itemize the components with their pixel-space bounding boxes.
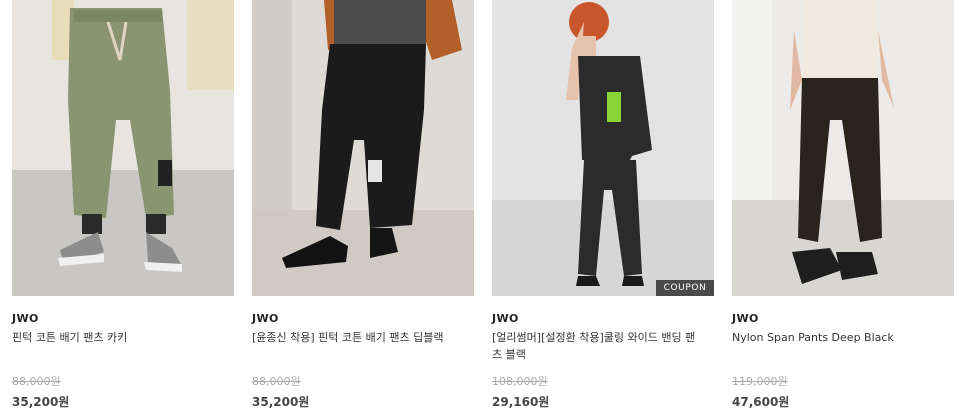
product-name[interactable]: Nylon Span Pants Deep Black xyxy=(732,329,944,346)
sale-price: 29,160원 xyxy=(492,395,550,409)
product-name[interactable]: 핀턱 코튼 배기 팬츠 카키 xyxy=(12,329,224,346)
product-image[interactable]: COUPON xyxy=(492,0,714,296)
sale-price: 47,600원 xyxy=(732,395,790,409)
product-card[interactable]: JWO [윤종신 착용] 핀턱 코튼 배기 팬츠 딥블랙 88,000원 35,… xyxy=(252,0,474,419)
brand-name[interactable]: JWO xyxy=(12,312,39,325)
original-price: 119,000원 xyxy=(732,375,788,388)
product-name[interactable]: [윤종신 착용] 핀턱 코튼 배기 팬츠 딥블랙 xyxy=(252,329,464,346)
brand-name[interactable]: JWO xyxy=(732,312,759,325)
product-name[interactable]: [얼리썸머][설정환 착용]쿨링 와이드 밴딩 팬츠 블랙 xyxy=(492,329,704,363)
product-image[interactable] xyxy=(732,0,954,296)
product-card[interactable]: JWO 핀턱 코튼 배기 팬츠 카키 88,000원 35,200원 xyxy=(12,0,234,419)
product-image[interactable] xyxy=(12,0,234,296)
brand-name[interactable]: JWO xyxy=(252,312,279,325)
original-price: 88,000원 xyxy=(12,375,61,388)
product-card[interactable]: COUPON JWO [얼리썸머][설정환 착용]쿨링 와이드 밴딩 팬츠 블랙… xyxy=(492,0,714,419)
brand-name[interactable]: JWO xyxy=(492,312,519,325)
original-price: 108,000원 xyxy=(492,375,548,388)
original-price: 88,000원 xyxy=(252,375,301,388)
product-card[interactable]: JWO Nylon Span Pants Deep Black 119,000원… xyxy=(732,0,954,419)
sale-price: 35,200원 xyxy=(252,395,310,409)
sale-price: 35,200원 xyxy=(12,395,70,409)
product-image[interactable] xyxy=(252,0,474,296)
coupon-badge: COUPON xyxy=(656,280,714,296)
